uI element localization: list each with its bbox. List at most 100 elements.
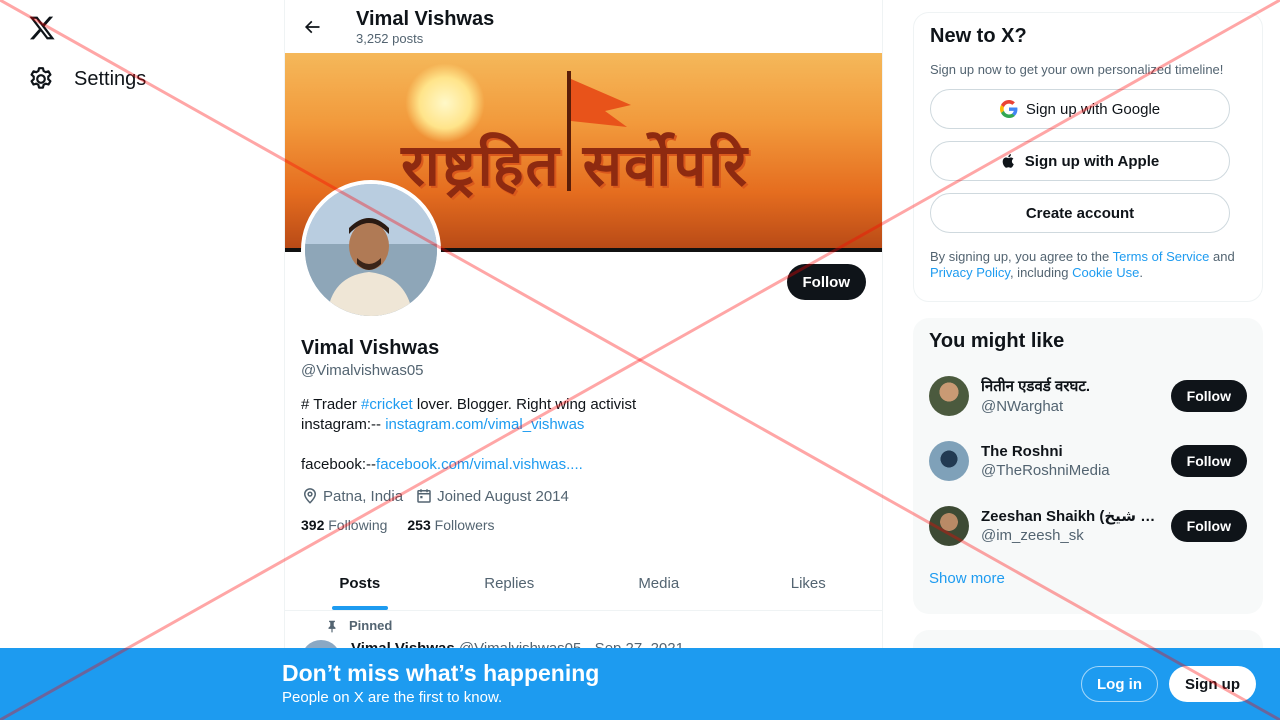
location-text: Patna, India (323, 487, 404, 505)
suggestion-handle: @im_zeesh_sk (981, 527, 1084, 544)
followers-label: Followers (434, 517, 495, 533)
legal-period: . (1139, 265, 1143, 280)
hashtag-link[interactable]: #cricket (361, 396, 413, 413)
might-spacer (929, 353, 1247, 363)
gear-icon (30, 67, 52, 89)
tab-media[interactable]: Media (584, 556, 734, 610)
create-account-button[interactable]: Create account (930, 193, 1230, 233)
bottom-bar-subtitle: People on X are the first to know. (282, 689, 503, 706)
left-nav: Settings (0, 0, 284, 720)
following-link[interactable]: 392 Following (301, 517, 387, 533)
bio-line-1: # Trader #cricket lover. Blogger. Right … (301, 395, 871, 415)
nav-settings-label: Settings (74, 67, 147, 90)
profile-meta: Patna, India Joined August 2014 (301, 487, 871, 505)
header-post-count: 3,252 posts (356, 30, 424, 46)
you-might-like-card: You might like नितीन एडवर्ड वरघट. @NWarg… (913, 318, 1263, 614)
page-root: Settings Vimal Vishwas 3,252 posts राष्ट… (0, 0, 1280, 720)
profile-info: Vimal Vishwas @Vimalvishwas05 # Trader #… (301, 336, 871, 533)
banner-text: राष्ट्रहित सर्वोपरि (401, 131, 749, 199)
profile-tabs: Posts Replies Media Likes (285, 556, 883, 611)
suggestion-name: नितीन एडवर्ड वरघट. (981, 378, 1091, 395)
arrow-left-icon (304, 20, 320, 33)
new-to-x-title: New to X? (930, 25, 1027, 47)
google-signup-button[interactable]: Sign up with Google (930, 89, 1230, 129)
tab-likes[interactable]: Likes (734, 556, 883, 610)
google-signup-label: Sign up with Google (1025, 100, 1161, 118)
joined-text: Joined August 2014 (437, 487, 569, 505)
show-more-link[interactable]: Show more (929, 570, 1005, 587)
followers-count: 253 (407, 517, 431, 533)
legal-text: By signing up, you agree to the Terms of… (930, 249, 1246, 281)
suggestion-item[interactable]: The Roshni @TheRoshniMedia Follow (929, 428, 1247, 493)
pinned-indicator: Pinned (325, 618, 392, 633)
suggestion-item[interactable]: नितीन एडवर्ड वरघट. @NWarghat Follow (929, 363, 1247, 428)
instagram-link[interactable]: instagram.com/vimal_vishwas (385, 416, 584, 433)
suggestion-name: Zeeshan Shaikh (ذیشان شیخ (981, 508, 1156, 525)
legal-prefix: By signing up, you agree to the (930, 249, 1113, 264)
cookie-link[interactable]: Cookie Use (1072, 265, 1139, 280)
bio-line-2: instagram:-- instagram.com/vimal_vishwas (301, 415, 871, 435)
bio-spacer (301, 435, 871, 455)
following-label: Following (328, 517, 388, 533)
you-might-like-title: You might like (929, 330, 1065, 352)
signup-button[interactable]: Sign up (1169, 666, 1256, 702)
bio-line-3: facebook:--facebook.com/vimal.vishwas...… (301, 455, 871, 475)
suggestion-item[interactable]: Zeeshan Shaikh (ذیشان شیخ @im_zeesh_sk F… (929, 493, 1247, 558)
x-logo-icon[interactable] (28, 14, 56, 42)
suggestion-name: The Roshni (981, 442, 1063, 460)
suggestion-text: The Roshni @TheRoshniMedia (981, 443, 1171, 479)
suggestion-text: नितीन एडवर्ड वरघट. @NWarghat (981, 376, 1171, 415)
signup-bottom-bar: Don’t miss what’s happening People on X … (0, 648, 1280, 720)
suggestion-avatar (929, 505, 969, 546)
apple-icon (1002, 154, 1014, 168)
create-account-label: Create account (1025, 204, 1135, 222)
facebook-link[interactable]: facebook.com/vimal.vishwas.... (376, 456, 583, 473)
suggestion-handle: @NWarghat (981, 398, 1064, 415)
suggestion-avatar (929, 375, 969, 416)
location-pin-icon (303, 488, 317, 504)
tab-replies[interactable]: Replies (435, 556, 585, 610)
joined-item: Joined August 2014 (415, 487, 569, 505)
legal-including: , including (1009, 265, 1073, 280)
following-count: 392 (301, 517, 325, 533)
location-item: Patna, India (301, 487, 403, 505)
bottom-bar-title: Don’t miss what’s happening (282, 660, 600, 686)
privacy-link[interactable]: Privacy Policy (930, 265, 1010, 280)
apple-signup-label: Sign up with Apple (1024, 152, 1160, 170)
bio-prefix: # Trader (301, 396, 362, 413)
suggestion-follow-button[interactable]: Follow (1170, 509, 1247, 542)
suggestion-text: Zeeshan Shaikh (ذیشان شیخ @im_zeesh_sk (981, 507, 1171, 544)
calendar-icon (417, 489, 431, 503)
bio-mid: lover. Blogger. Right wing activist (412, 396, 637, 413)
apple-signup-button[interactable]: Sign up with Apple (930, 141, 1230, 181)
pinned-label: Pinned (349, 618, 393, 633)
followers-link[interactable]: 253 Followers (407, 517, 494, 533)
bio-facebook-prefix: facebook:-- (301, 456, 377, 473)
header-title-block: Vimal Vishwas 3,252 posts (356, 7, 494, 47)
avatar-photo (305, 184, 437, 316)
new-to-x-subtitle: Sign up now to get your own personalized… (930, 62, 1224, 77)
profile-handle: @Vimalvishwas05 (301, 362, 424, 379)
tab-posts[interactable]: Posts (285, 556, 435, 610)
header-name: Vimal Vishwas (356, 7, 495, 30)
profile-bio: # Trader #cricket lover. Blogger. Right … (301, 395, 871, 475)
profile-column: Vimal Vishwas 3,252 posts राष्ट्रहित सर्… (284, 0, 883, 720)
new-to-x-card: New to X? Sign up now to get your own pe… (913, 12, 1263, 302)
suggestion-follow-button[interactable]: Follow (1170, 444, 1247, 477)
profile-stats: 392 Following 253 Followers (301, 517, 871, 533)
profile-name: Vimal Vishwas (301, 337, 440, 359)
suggestion-avatar (929, 440, 969, 481)
suggestion-follow-button[interactable]: Follow (1170, 379, 1247, 412)
back-button[interactable] (285, 17, 339, 37)
follow-button[interactable]: Follow (786, 264, 866, 300)
nav-settings[interactable]: Settings (28, 66, 146, 92)
terms-link[interactable]: Terms of Service (1113, 249, 1210, 264)
suggestion-handle: @TheRoshniMedia (981, 461, 1110, 479)
login-button[interactable]: Log in (1081, 666, 1158, 702)
profile-avatar[interactable] (301, 180, 441, 320)
profile-header: Vimal Vishwas 3,252 posts (285, 0, 882, 53)
legal-and: and (1209, 249, 1235, 264)
bio-instagram-prefix: instagram:-- (301, 416, 386, 433)
pin-icon (328, 620, 336, 632)
google-icon (999, 100, 1018, 118)
